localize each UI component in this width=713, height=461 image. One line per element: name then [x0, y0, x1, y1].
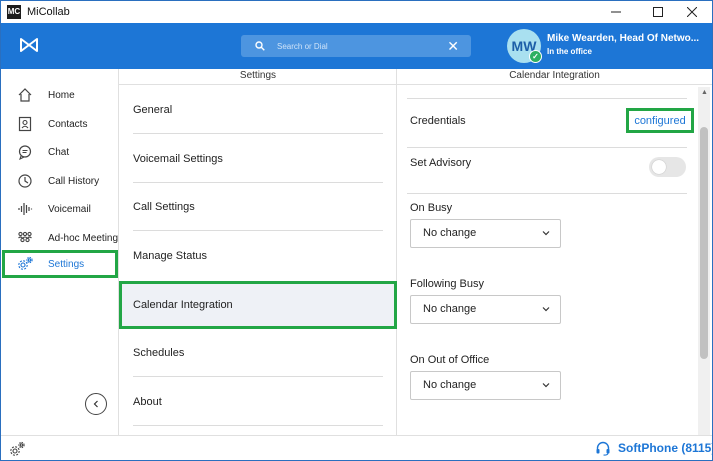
sidebar-item-settings[interactable]: Settings — [2, 250, 118, 278]
sidebar-item-label: Contacts — [48, 118, 88, 130]
settings-item-voicemail[interactable]: Voicemail Settings — [119, 135, 397, 183]
minimize-icon — [611, 11, 621, 13]
panel-title: Calendar Integration — [397, 69, 712, 85]
settings-item-general[interactable]: General — [119, 86, 397, 134]
meeting-icon — [18, 231, 32, 243]
sidebar-item-ad-hoc-meeting[interactable]: Ad-hoc Meeting — [1, 224, 119, 252]
chevron-down-icon — [542, 231, 550, 236]
toggle-knob — [652, 160, 666, 174]
sidebar-item-voicemail[interactable]: Voicemail — [1, 195, 119, 223]
sidebar-item-label: Settings — [48, 258, 85, 270]
dropdown-value: No change — [423, 379, 477, 391]
divider — [133, 230, 383, 231]
status-bar: SoftPhone (8115) — [1, 435, 712, 460]
settings-panel: Settings General Voicemail Settings Call… — [119, 69, 397, 435]
voicemail-icon — [18, 203, 33, 215]
scrollbar[interactable]: ▲ — [698, 87, 710, 435]
contacts-icon — [18, 116, 32, 132]
chevron-down-icon — [542, 383, 550, 388]
chevron-down-icon — [542, 307, 550, 312]
sidebar-item-chat[interactable]: Chat — [1, 138, 119, 166]
settings-item-label: Voicemail Settings — [133, 153, 223, 165]
sidebar-item-contacts[interactable]: Contacts — [1, 110, 119, 138]
clock-icon — [18, 174, 32, 188]
sidebar-item-label: Ad-hoc Meeting — [48, 232, 119, 244]
out-of-office-label: On Out of Office — [410, 354, 490, 366]
following-busy-label: Following Busy — [410, 278, 484, 290]
sidebar-item-label: Home — [48, 89, 75, 101]
sidebar-item-home[interactable]: Home — [1, 81, 119, 109]
calendar-integration-panel: Calendar Integration Credentials configu… — [397, 69, 712, 435]
settings-gear-icon[interactable] — [9, 441, 25, 457]
divider — [133, 376, 383, 377]
settings-title: Settings — [119, 69, 397, 85]
search-icon — [255, 41, 265, 51]
divider — [133, 425, 383, 426]
window-title: MiCollab — [27, 6, 70, 18]
close-button[interactable] — [671, 1, 712, 23]
sidebar-item-label: Voicemail — [48, 203, 91, 215]
app-window: MC MiCollab ✕ MW ✓ Mike Wearden, Head Of… — [0, 0, 713, 461]
user-name[interactable]: Mike Wearden, Head Of Netwo... — [547, 33, 710, 44]
on-busy-label: On Busy — [410, 202, 453, 214]
scroll-up-icon[interactable]: ▲ — [701, 89, 708, 96]
minimize-button[interactable] — [595, 1, 637, 23]
settings-item-manage-status[interactable]: Manage Status — [119, 232, 397, 280]
settings-item-label: Call Settings — [133, 201, 195, 213]
title-bar: MC MiCollab — [1, 1, 712, 23]
app-icon: MC — [7, 5, 21, 19]
sidebar-item-call-history[interactable]: Call History — [1, 167, 119, 195]
set-advisory-toggle[interactable] — [649, 157, 686, 177]
dropdown-value: No change — [423, 303, 477, 315]
dropdown-value: No change — [423, 227, 477, 239]
divider — [407, 98, 687, 99]
settings-item-about[interactable]: About — [119, 378, 397, 426]
app-icon-text: MC — [7, 7, 21, 16]
chat-icon — [18, 145, 32, 160]
close-icon — [687, 7, 697, 17]
sidebar-item-label: Chat — [48, 146, 70, 158]
on-busy-dropdown[interactable]: No change — [410, 219, 561, 248]
credentials-configured-link[interactable]: configured — [626, 108, 694, 133]
home-icon — [18, 88, 32, 102]
settings-item-label: Calendar Integration — [133, 299, 233, 311]
settings-item-calendar-integration[interactable]: Calendar Integration — [119, 281, 397, 329]
divider — [407, 147, 687, 148]
credentials-label: Credentials — [410, 115, 466, 127]
sidebar: Home Contacts Chat Call History Voicemai… — [1, 69, 119, 435]
softphone-status[interactable]: SoftPhone (8115) — [618, 441, 712, 455]
sidebar-item-label: Call History — [48, 175, 100, 187]
settings-item-label: Schedules — [133, 347, 185, 359]
app-header: ✕ MW ✓ Mike Wearden, Head Of Netwo... In… — [1, 23, 712, 69]
out-of-office-dropdown[interactable]: No change — [410, 371, 561, 400]
set-advisory-label: Set Advisory — [410, 157, 472, 169]
divider — [133, 133, 383, 134]
presence-available-icon: ✓ — [529, 50, 542, 63]
settings-item-label: Manage Status — [133, 250, 207, 262]
scroll-thumb[interactable] — [700, 127, 708, 359]
gear-icon — [18, 256, 33, 270]
following-busy-dropdown[interactable]: No change — [410, 295, 561, 324]
collapse-sidebar-button[interactable] — [85, 393, 107, 415]
divider — [407, 193, 687, 194]
settings-item-call-settings[interactable]: Call Settings — [119, 183, 397, 231]
settings-item-label: About — [133, 396, 162, 408]
chevron-left-icon — [93, 400, 98, 408]
clear-search-icon[interactable]: ✕ — [447, 38, 459, 54]
user-status[interactable]: In the office — [547, 47, 592, 56]
search-input[interactable] — [277, 41, 427, 51]
maximize-icon — [653, 7, 663, 17]
search-box[interactable]: ✕ — [241, 35, 471, 57]
settings-item-label: General — [133, 104, 173, 116]
settings-item-schedules[interactable]: Schedules — [119, 329, 397, 377]
headset-icon — [596, 441, 610, 456]
micollab-logo-icon[interactable] — [19, 37, 39, 55]
